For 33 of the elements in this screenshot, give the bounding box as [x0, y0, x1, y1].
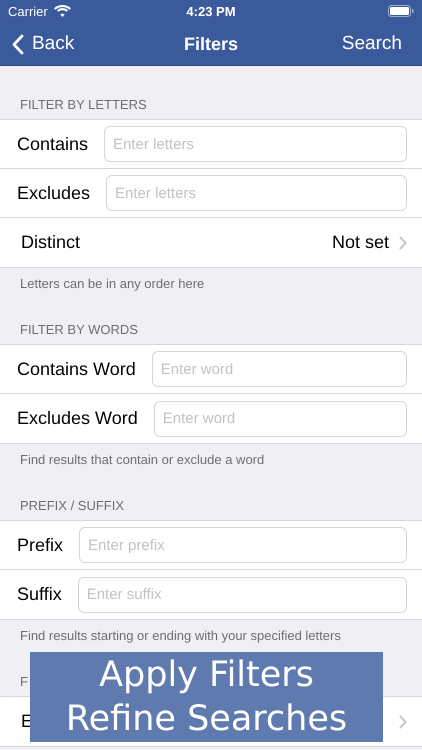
wifi-icon [54, 5, 71, 17]
field-label: Excludes [17, 182, 90, 204]
option-value: Not set [332, 232, 389, 253]
section-header: FILTER BY LETTERS [20, 97, 147, 112]
option-label[interactable]: Distinct [21, 232, 80, 253]
text-field[interactable]: Enter suffix [78, 576, 407, 612]
section-footer: Find results starting or ending with your specified letters [0, 620, 422, 643]
field-label: Contains Word [17, 358, 136, 380]
status-time: 4:23 PM [186, 4, 236, 18]
chevron-left-icon [12, 34, 24, 54]
text-field[interactable]: Enter word [154, 400, 407, 436]
search-button[interactable]: Search [342, 33, 410, 55]
field-label: Excludes Word [17, 408, 138, 429]
banner-text: Refine Searches [66, 698, 348, 741]
carrier-label: Carrier [8, 4, 48, 18]
battery-icon [388, 5, 414, 17]
field-label: Contains [17, 134, 88, 154]
screen-title: Filters [184, 34, 238, 54]
section-header: FILTER BY WORDS [20, 322, 138, 337]
section-footer: Letters can be in any order here [0, 268, 422, 291]
back-button[interactable]: Back [12, 33, 74, 55]
banner-text: Apply Filters [99, 654, 314, 697]
field-label: Prefix [17, 534, 64, 556]
text-field[interactable]: Enter prefix [79, 527, 407, 563]
section-header: F [20, 674, 28, 689]
text-field[interactable]: Enter word [152, 351, 407, 387]
section-header: PREFIX / SUFFIX [20, 498, 124, 513]
field-label: Suffix [17, 584, 62, 605]
text-field[interactable]: Enter letters [104, 126, 407, 162]
chevron-right-icon [399, 236, 407, 250]
chevron-right-icon [399, 714, 407, 728]
section-footer: Find results that contain or exclude a word [0, 444, 422, 467]
text-field[interactable]: Enter letters [106, 175, 407, 211]
